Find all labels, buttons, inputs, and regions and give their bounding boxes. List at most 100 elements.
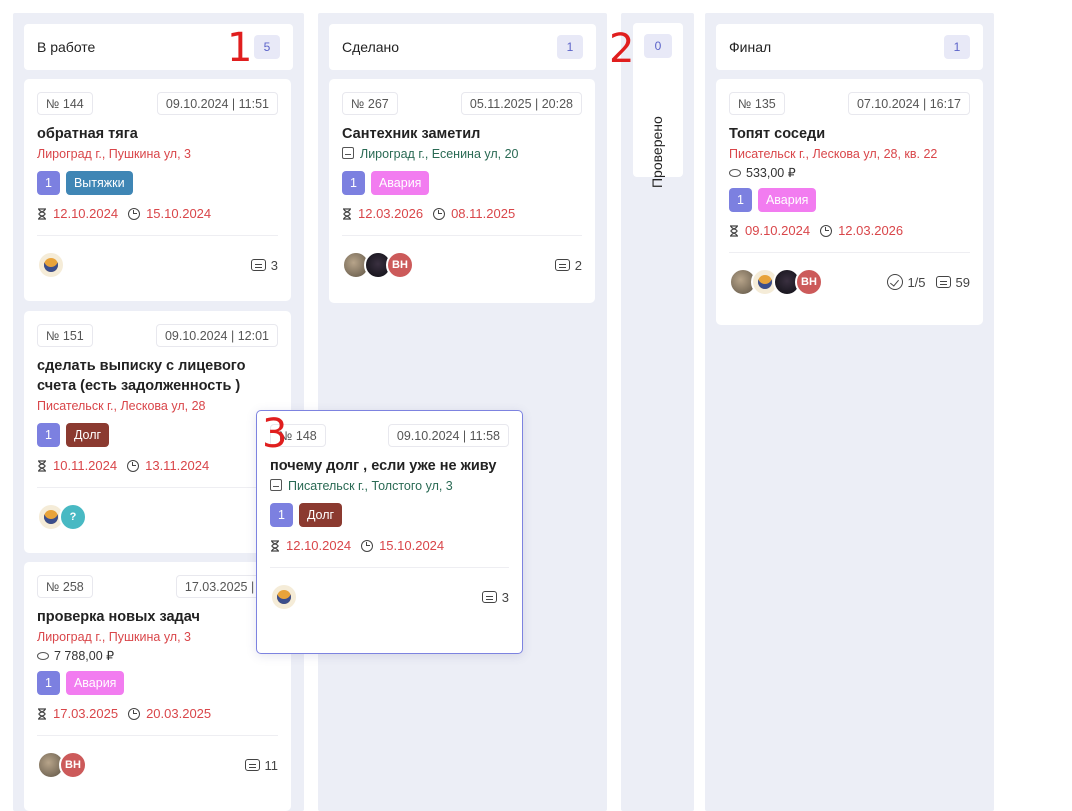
checklist-progress: 1/5 — [907, 274, 926, 290]
task-title: Топят соседи — [729, 126, 826, 142]
clock-icon — [820, 224, 833, 237]
hourglass-icon — [271, 539, 279, 552]
task-datetime: 07.10.2024 | 16:17 — [847, 92, 970, 115]
hourglass-icon — [38, 459, 46, 472]
task-card-258[interactable]: № 258 17.03.2025 | 16:5 проверка новых з… — [24, 562, 291, 811]
task-datetime: 09.10.2024 | 12:01 — [155, 324, 278, 347]
task-card-151[interactable]: № 151 09.10.2024 | 12:01 сделать выписку… — [24, 311, 291, 553]
task-card-144[interactable]: № 144 09.10.2024 | 11:51 обратная тяга Л… — [24, 79, 291, 301]
tag-category: Долг — [65, 423, 110, 447]
count-badge: 1 — [944, 35, 970, 59]
address-icon — [270, 479, 282, 491]
column-header-done[interactable]: Сделано 1 — [329, 24, 596, 70]
task-number: № 144 — [37, 92, 93, 115]
column-final: Финал 1 № 135 07.10.2024 | 16:17 Топят с… — [705, 13, 994, 811]
comment-count: 2 — [574, 257, 582, 273]
hourglass-icon — [38, 207, 46, 220]
column-checked-collapsed[interactable]: 0 Проверено — [633, 23, 683, 188]
hourglass-icon — [343, 207, 351, 220]
task-number: № 267 — [342, 92, 398, 115]
task-address: Писательск г., Лескова ул, 28, кв. 22 — [729, 147, 938, 161]
task-title: почему долг , если уже не живу — [270, 458, 497, 474]
clock-icon — [128, 707, 141, 720]
column-title: Проверено — [649, 116, 665, 188]
task-card-135[interactable]: № 135 07.10.2024 | 16:17 Топят соседи Пи… — [716, 79, 983, 325]
count-badge: 1 — [557, 35, 583, 59]
task-title: обратная тяга — [37, 126, 138, 142]
count-badge: 0 — [644, 34, 672, 58]
clock-icon — [127, 459, 140, 472]
start-date: 12.10.2024 — [53, 206, 119, 221]
due-date: 15.10.2024 — [379, 538, 445, 553]
task-price: 533,00 ₽ — [746, 166, 796, 180]
tag-category: Авария — [370, 171, 430, 195]
checklist-icon — [887, 274, 904, 290]
tag-priority: 1 — [342, 171, 365, 195]
task-title: проверка новых задач — [37, 609, 200, 625]
comment-count: 59 — [955, 274, 970, 290]
hourglass-icon — [730, 224, 738, 237]
task-title: сделать выписку с лицевого счета (есть з… — [37, 358, 246, 394]
due-date: 15.10.2024 — [146, 206, 212, 221]
task-title: Сантехник заметил — [342, 126, 481, 142]
comment-icon — [554, 259, 570, 271]
due-date: 12.03.2026 — [838, 223, 904, 238]
task-number: № 135 — [729, 92, 785, 115]
annotation-2: 2 — [609, 26, 635, 72]
avatar-initials[interactable]: ВН — [795, 268, 823, 296]
column-header-in-work[interactable]: В работе 5 — [24, 24, 293, 70]
due-date: 08.11.2025 — [451, 206, 516, 221]
tag-category: Авария — [65, 671, 125, 695]
column-title: Сделано — [342, 39, 400, 55]
task-datetime: 09.10.2024 | 11:58 — [387, 424, 509, 447]
task-number: № 151 — [37, 324, 93, 347]
task-number: № 258 — [37, 575, 93, 598]
tag-category: Долг — [298, 503, 343, 527]
task-datetime: 05.11.2025 | 20:28 — [460, 92, 582, 115]
tag-category: Вытяжки — [65, 171, 133, 195]
due-date: 20.03.2025 — [146, 706, 212, 721]
comment-count: 3 — [270, 257, 278, 273]
comment-icon — [250, 259, 266, 271]
task-address: Писательск г., Лескова ул, 28 — [37, 399, 206, 413]
start-date: 10.11.2024 — [53, 458, 118, 473]
start-date: 12.10.2024 — [286, 538, 352, 553]
task-address: Лироград г., Пушкина ул, 3 — [37, 147, 191, 161]
avatar-initials[interactable]: ВН — [386, 251, 414, 279]
task-datetime: 09.10.2024 | 11:51 — [156, 92, 278, 115]
avatar-unknown[interactable]: ? — [59, 503, 87, 531]
column-title: В работе — [37, 39, 96, 55]
annotation-3: 3 — [262, 411, 288, 457]
column-title: Финал — [729, 39, 772, 55]
clock-icon — [433, 207, 446, 220]
hourglass-icon — [38, 707, 46, 720]
avatar[interactable] — [37, 251, 65, 279]
task-card-148-dragging[interactable]: № 148 09.10.2024 | 11:58 почему долг , е… — [256, 410, 523, 654]
avatar[interactable] — [270, 583, 298, 611]
tag-priority: 1 — [37, 423, 60, 447]
address-icon — [342, 147, 354, 159]
due-date: 13.11.2024 — [145, 458, 210, 473]
annotation-1: 1 — [227, 25, 253, 71]
start-date: 17.03.2025 — [53, 706, 119, 721]
task-card-267[interactable]: № 267 05.11.2025 | 20:28 Сантехник замет… — [329, 79, 595, 303]
task-address: Лироград г., Пушкина ул, 3 — [37, 630, 191, 644]
tag-priority: 1 — [729, 188, 752, 212]
avatar-initials[interactable]: ВН — [59, 751, 87, 779]
coins-icon — [37, 651, 49, 660]
task-address: Лироград г., Есенина ул, 20 — [360, 147, 519, 161]
tag-priority: 1 — [37, 671, 60, 695]
coins-icon — [729, 168, 741, 177]
clock-icon — [128, 207, 141, 220]
comment-count: 3 — [501, 589, 509, 605]
task-price: 7 788,00 ₽ — [54, 649, 115, 663]
comment-icon — [935, 276, 951, 288]
start-date: 09.10.2024 — [745, 223, 811, 238]
start-date: 12.03.2026 — [358, 206, 424, 221]
clock-icon — [361, 539, 374, 552]
tag-category: Авария — [757, 188, 817, 212]
count-badge: 5 — [254, 35, 280, 59]
column-header-final[interactable]: Финал 1 — [716, 24, 983, 70]
comment-icon — [244, 759, 260, 771]
tag-priority: 1 — [270, 503, 293, 527]
